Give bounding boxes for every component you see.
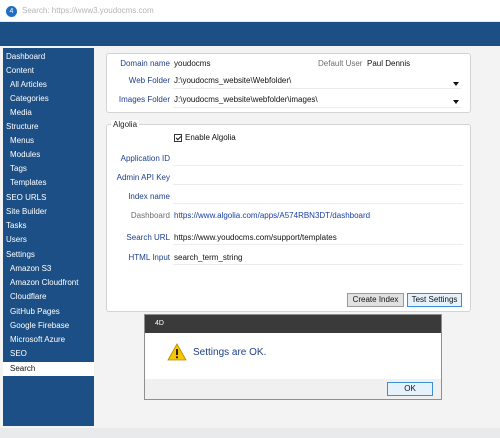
default-user-field[interactable]: Paul Dennis bbox=[367, 59, 410, 68]
dashboard-label: Dashboard bbox=[130, 211, 170, 220]
dialog-body: Settings are OK. bbox=[145, 333, 441, 379]
dialog-message: Settings are OK. bbox=[193, 347, 267, 358]
sidebar-item-amazon-cloudfront[interactable]: Amazon Cloudfront bbox=[3, 276, 94, 290]
domain-name-field[interactable]: youdocms bbox=[174, 59, 210, 68]
html-input-label: HTML Input bbox=[128, 253, 171, 262]
html-input-field[interactable]: search_term_string bbox=[174, 253, 242, 262]
enable-algolia-checkbox[interactable] bbox=[174, 134, 182, 142]
sidebar-item-templates[interactable]: Templates bbox=[3, 176, 94, 190]
algolia-dashboard-link[interactable]: https://www.algolia.com/apps/A574RBN3DT/… bbox=[174, 211, 370, 220]
application-id-underline bbox=[173, 165, 463, 166]
sidebar-item-all-articles[interactable]: All Articles bbox=[3, 78, 94, 92]
sidebar-item-tags[interactable]: Tags bbox=[3, 162, 94, 176]
sidebar-item-cloudflare[interactable]: Cloudflare bbox=[3, 290, 94, 304]
default-user-label: Default User bbox=[318, 59, 363, 68]
admin-api-key-label: Admin API Key bbox=[116, 173, 170, 182]
sidebar-item-settings[interactable]: Settings bbox=[3, 248, 94, 262]
images-folder-dropdown-icon[interactable] bbox=[453, 100, 459, 104]
search-url-label: Search URL bbox=[126, 233, 170, 242]
search-url-underline bbox=[173, 244, 463, 245]
site-settings-panel: Domain name youdocms Default User Paul D… bbox=[106, 53, 471, 113]
sidebar-item-media[interactable]: Media bbox=[3, 106, 94, 120]
dialog-footer: OK bbox=[145, 379, 441, 399]
bottom-bar bbox=[0, 428, 500, 438]
sidebar-item-categories[interactable]: Categories bbox=[3, 92, 94, 106]
sidebar-item-github-pages[interactable]: GitHub Pages bbox=[3, 305, 94, 319]
sidebar-item-structure[interactable]: Structure bbox=[3, 120, 94, 134]
web-folder-underline bbox=[173, 88, 461, 89]
app-icon: 4 bbox=[6, 6, 17, 17]
warning-icon bbox=[167, 343, 187, 361]
window-title: Search: https://www3.youdocms.com bbox=[22, 6, 154, 15]
search-url-field[interactable]: https://www.youdocms.com/support/templat… bbox=[174, 233, 337, 242]
web-folder-label: Web Folder bbox=[128, 76, 170, 85]
images-folder-underline bbox=[173, 107, 461, 108]
images-folder-label: Images Folder bbox=[118, 95, 170, 104]
algolia-section-title: Algolia bbox=[111, 120, 140, 129]
sidebar-item-search[interactable]: Search bbox=[3, 362, 94, 376]
sidebar-item-seo[interactable]: SEO bbox=[3, 347, 94, 361]
index-name-underline bbox=[173, 203, 463, 204]
sidebar-item-content[interactable]: Content bbox=[3, 64, 94, 78]
window-titlebar: 4 Search: https://www3.youdocms.com bbox=[0, 0, 500, 22]
sidebar-item-users[interactable]: Users bbox=[3, 233, 94, 247]
domain-name-label: Domain name bbox=[120, 59, 170, 68]
dialog-ok-button[interactable]: OK bbox=[387, 382, 433, 396]
dialog-title: 4D bbox=[145, 315, 441, 333]
sidebar-item-dashboard[interactable]: Dashboard bbox=[3, 50, 94, 64]
algolia-panel: Algolia Enable Algolia Application ID Ad… bbox=[106, 120, 471, 312]
html-input-underline bbox=[173, 264, 463, 265]
web-folder-dropdown-icon[interactable] bbox=[453, 82, 459, 86]
images-folder-field[interactable]: J:\youdocms_website\webfolder\images\ bbox=[174, 95, 318, 104]
settings-ok-dialog: 4D Settings are OK. OK bbox=[144, 314, 442, 400]
web-folder-field[interactable]: J:\youdocms_website\Webfolder\ bbox=[174, 76, 291, 85]
sidebar-item-tasks[interactable]: Tasks bbox=[3, 219, 94, 233]
admin-api-key-underline bbox=[173, 184, 463, 185]
application-id-label: Application ID bbox=[120, 154, 170, 163]
sidebar-item-amazon-s3[interactable]: Amazon S3 bbox=[3, 262, 94, 276]
sidebar-item-site-builder[interactable]: Site Builder bbox=[3, 205, 94, 219]
index-name-label: Index name bbox=[128, 192, 170, 201]
sidebar-item-google-firebase[interactable]: Google Firebase bbox=[3, 319, 94, 333]
sidebar-nav: Dashboard Content All Articles Categorie… bbox=[3, 48, 94, 426]
create-index-button[interactable]: Create Index bbox=[347, 293, 404, 307]
sidebar-item-modules[interactable]: Modules bbox=[3, 148, 94, 162]
enable-algolia-label: Enable Algolia bbox=[185, 133, 236, 142]
sidebar-item-menus[interactable]: Menus bbox=[3, 134, 94, 148]
sidebar-item-seo-urls[interactable]: SEO URLS bbox=[3, 191, 94, 205]
test-settings-button[interactable]: Test Settings bbox=[407, 293, 462, 307]
sidebar-item-microsoft-azure[interactable]: Microsoft Azure bbox=[3, 333, 94, 347]
header-banner bbox=[0, 22, 500, 46]
